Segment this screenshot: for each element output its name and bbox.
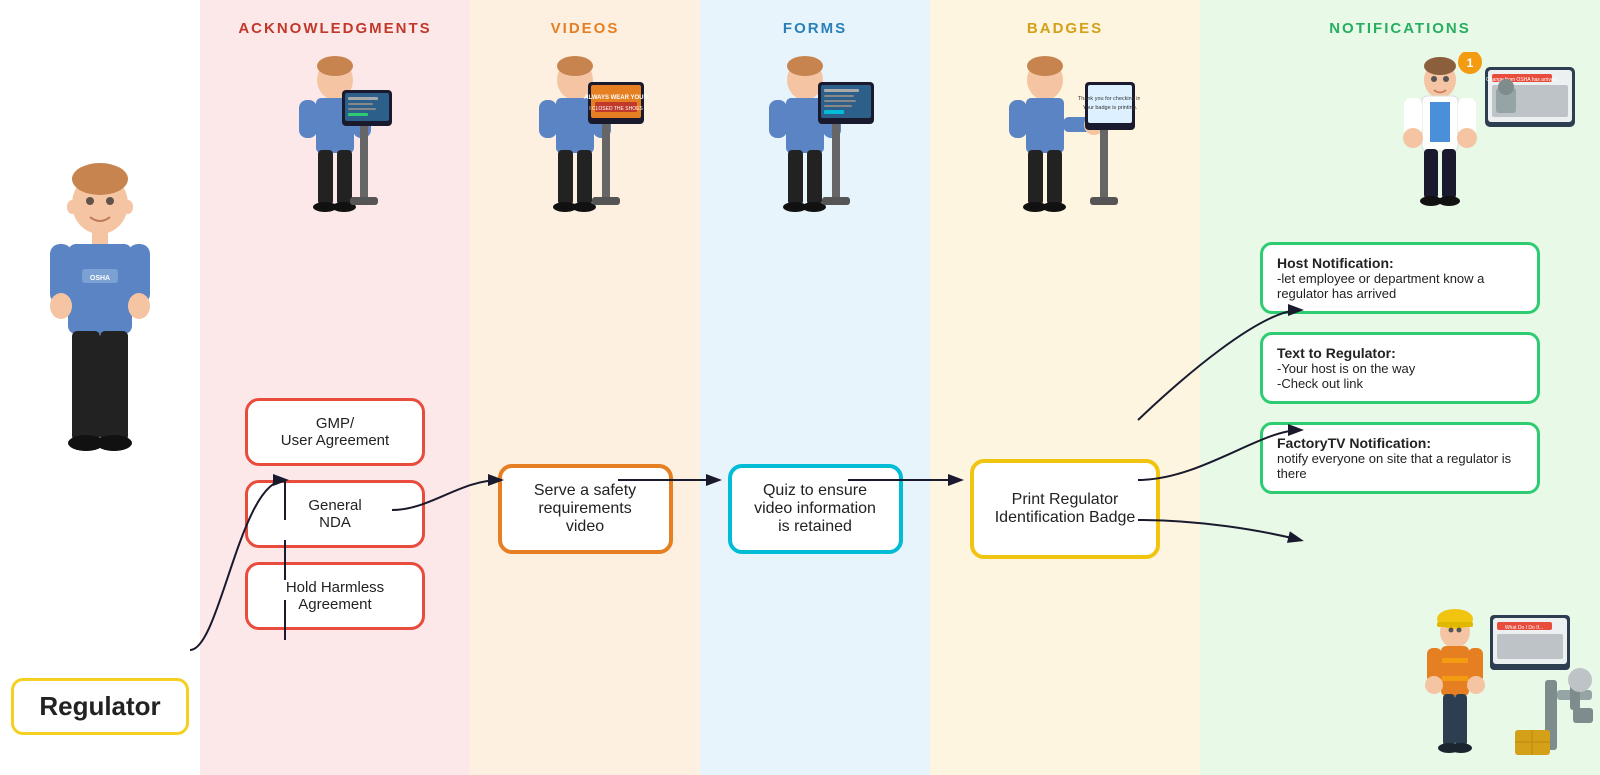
ack-cards: GMP/ User Agreement General NDA Hold Har… — [245, 252, 425, 775]
svg-text:OSHA: OSHA — [90, 275, 110, 282]
ack-kiosk-svg — [270, 52, 400, 242]
forms-section: FORMS — [700, 0, 930, 775]
regulator-person-illustration: OSHA — [30, 149, 170, 549]
notif-factory-body: notify everyone on site that a regulator… — [1277, 451, 1523, 481]
notif-text-body: -Your host is on the way -Check out link — [1277, 361, 1523, 391]
factory-svg: What Do I Do If... — [1415, 600, 1595, 760]
notif-host-title: Host Notification: — [1277, 255, 1523, 271]
regulator-label: Regulator — [11, 678, 188, 735]
badges-card-area: Print Regulator Identification Badge — [970, 242, 1160, 775]
ack-card-harmless: Hold Harmless Agreement — [245, 562, 425, 630]
videos-card-area: Serve a safety requirements video — [498, 242, 673, 775]
ack-card-gmp: GMP/ User Agreement — [245, 398, 425, 466]
notifications-title: NOTIFICATIONS — [1329, 20, 1471, 37]
forms-kiosk-svg — [750, 52, 880, 242]
videos-kiosk-svg: ALWAYS WEAR YOUR I CLOSED THE SHOES — [520, 52, 650, 242]
badges-kiosk-figure: Thank you for checking in. Your badge is… — [990, 52, 1140, 242]
badges-card: Print Regulator Identification Badge — [970, 459, 1160, 559]
forms-title: FORMS — [783, 20, 847, 37]
videos-title: VIDEOS — [551, 20, 620, 37]
badges-title: BADGES — [1027, 20, 1103, 37]
notif-card-text: Text to Regulator: -Your host is on the … — [1260, 332, 1540, 404]
notifications-top-illustration: 1 Change from OSHA has arrived. — [1200, 52, 1600, 232]
badges-section: BADGES Thank you for c — [930, 0, 1200, 775]
acknowledgments-section: ACKNOWLEDGMENTS — [200, 0, 470, 775]
ack-card-nda: General NDA — [245, 480, 425, 548]
svg-text:I CLOSED THE SHOES: I CLOSED THE SHOES — [589, 106, 643, 112]
videos-section: VIDEOS ALWAYS WEAR YOUR — [470, 0, 700, 775]
ack-title: ACKNOWLEDGMENTS — [238, 20, 431, 37]
notif-text-title: Text to Regulator: — [1277, 345, 1523, 361]
videos-card: Serve a safety requirements video — [498, 464, 673, 554]
notifications-section: NOTIFICATIONS — [1200, 0, 1600, 775]
forms-kiosk-figure — [750, 52, 880, 242]
notif-card-factory: FactoryTV Notification: notify everyone … — [1260, 422, 1540, 494]
ack-kiosk-figure — [270, 52, 400, 242]
badges-kiosk-svg: Thank you for checking in. Your badge is… — [990, 52, 1140, 242]
svg-text:Your badge is printing.: Your badge is printing. — [1083, 105, 1138, 111]
svg-text:What Do I Do If...: What Do I Do If... — [1505, 625, 1543, 631]
svg-text:Change from OSHA has arrived.: Change from OSHA has arrived. — [1486, 77, 1558, 83]
forms-card-area: Quiz to ensure video information is reta… — [728, 242, 903, 775]
regulator-section: OSHA Reg — [0, 0, 200, 775]
videos-kiosk-figure: ALWAYS WEAR YOUR I CLOSED THE SHOES — [520, 52, 650, 242]
svg-text:ALWAYS WEAR YOUR: ALWAYS WEAR YOUR — [584, 95, 648, 101]
main-wrapper: OSHA Reg — [0, 0, 1600, 775]
notif-factory-title: FactoryTV Notification: — [1277, 435, 1523, 451]
forms-card: Quiz to ensure video information is reta… — [728, 464, 903, 554]
svg-text:Thank you for checking in.: Thank you for checking in. — [1078, 96, 1140, 102]
notif-illustration-svg: 1 Change from OSHA has arrived. — [1380, 52, 1580, 232]
svg-text:1: 1 — [1467, 56, 1474, 70]
notif-card-host: Host Notification: -let employee or depa… — [1260, 242, 1540, 314]
factory-illustration: What Do I Do If... — [1415, 600, 1595, 765]
notif-host-body: -let employee or department know a regul… — [1277, 271, 1523, 301]
